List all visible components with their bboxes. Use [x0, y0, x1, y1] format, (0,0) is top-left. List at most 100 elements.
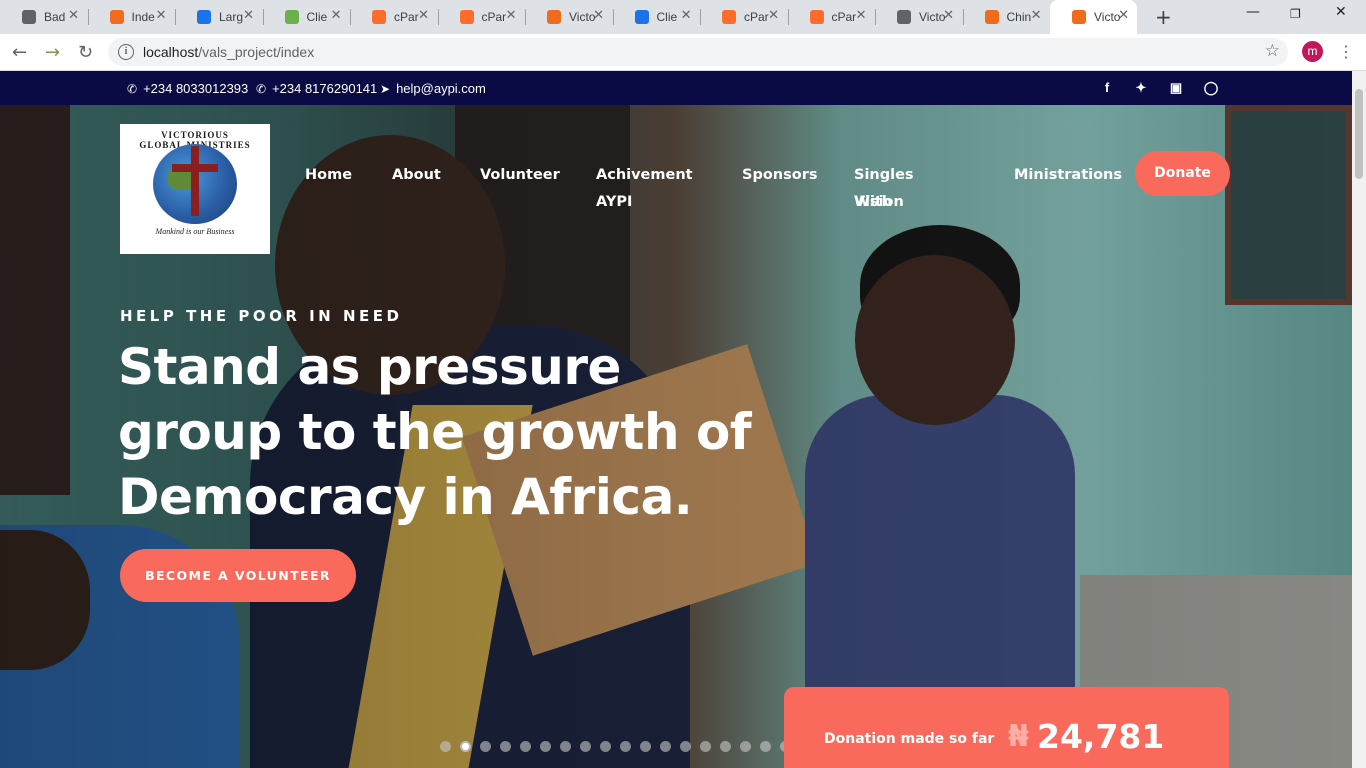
slider-dot[interactable] — [700, 741, 711, 752]
site-info-icon[interactable]: i — [118, 44, 134, 60]
slider-dot[interactable] — [620, 741, 631, 752]
close-window-button[interactable]: ✕ — [1335, 4, 1347, 20]
minimize-button[interactable]: — — [1246, 4, 1260, 20]
nav-singles-line2[interactable]: Vision — [854, 189, 904, 216]
browser-tab[interactable]: Clie ✕ — [613, 0, 700, 34]
contact-topbar: ✆ +234 8033012393 ✆ +234 8176290141 ➤ help@… — [0, 71, 1352, 105]
tab-close-icon[interactable]: ✕ — [331, 8, 342, 23]
site-logo[interactable]: VICTORIOUS GLOBAL MINISTRIES Mankind is … — [120, 124, 270, 254]
nav-volunteer[interactable]: Volunteer — [480, 162, 560, 189]
reload-icon[interactable]: ↻ — [78, 42, 93, 63]
xampp-icon — [109, 10, 124, 24]
slider-dot[interactable] — [580, 741, 591, 752]
new-tab-button[interactable]: + — [1155, 5, 1172, 29]
tab-close-icon[interactable]: ✕ — [681, 8, 692, 23]
tab-separator — [962, 9, 964, 25]
tab-close-icon[interactable]: ✕ — [418, 8, 429, 23]
email-link[interactable]: ➤ help@aypi.com — [380, 81, 486, 96]
nav-achievement[interactable]: Achivement — [596, 162, 693, 189]
instagram-icon[interactable]: ▣ — [1168, 80, 1184, 96]
logo-tagline: Mankind is our Business — [155, 227, 235, 236]
xampp-icon — [547, 10, 561, 24]
browser-tab[interactable]: Victo ✕ — [525, 0, 612, 34]
tab-close-icon[interactable]: ✕ — [506, 8, 517, 23]
slider-dot[interactable] — [760, 741, 771, 752]
browser-tab[interactable]: Inde ✕ — [88, 0, 175, 34]
tab-close-icon[interactable]: ✕ — [856, 8, 867, 23]
phone-1-text: +234 8033012393 — [143, 81, 249, 96]
facebook-icon[interactable]: f — [1099, 80, 1115, 95]
nav-achievement-line2[interactable]: AYPI — [596, 189, 632, 216]
browser-tab[interactable]: Clie ✕ — [263, 0, 350, 34]
url-path: /vals_project/index — [198, 44, 315, 60]
slider-dot[interactable] — [600, 741, 611, 752]
xampp-icon — [984, 10, 999, 24]
nav-ministrations[interactable]: Ministrations — [1014, 162, 1122, 189]
send-icon: ➤ — [380, 81, 391, 96]
browser-tab[interactable]: cPar ✕ — [350, 0, 437, 34]
browser-tab[interactable]: cPar ✕ — [700, 0, 787, 34]
tab-separator — [612, 9, 614, 25]
cross-bar — [172, 164, 218, 172]
donate-button[interactable]: Donate — [1135, 151, 1230, 196]
cpanel-icon — [459, 10, 474, 24]
browser-tab[interactable]: Larg ✕ — [175, 0, 262, 34]
tab-close-icon[interactable]: ✕ — [1031, 8, 1042, 23]
phone-2[interactable]: ✆ +234 8176290141 — [256, 81, 377, 96]
tab-close-icon[interactable]: ✕ — [943, 8, 954, 23]
phone-icon: ✆ — [127, 81, 138, 96]
become-volunteer-button[interactable]: BECOME A VOLUNTEER — [120, 549, 356, 602]
slider-dot[interactable] — [720, 741, 731, 752]
tab-close-icon[interactable]: ✕ — [593, 8, 604, 23]
slider-dot[interactable] — [460, 741, 471, 752]
slider-dot[interactable] — [740, 741, 751, 752]
browser-tab[interactable]: Victo ✕ — [875, 0, 962, 34]
nav-sponsors[interactable]: Sponsors — [742, 162, 817, 189]
browser-tab[interactable]: cPar ✕ — [438, 0, 525, 34]
bookmark-star-icon[interactable]: ☆ — [1265, 41, 1280, 61]
slider-dot[interactable] — [540, 741, 551, 752]
tab-separator — [350, 9, 351, 25]
page-scrollbar[interactable] — [1352, 71, 1366, 768]
dribbble-icon[interactable]: ◯ — [1203, 80, 1219, 96]
slider-dot[interactable] — [560, 741, 571, 752]
browser-menu-icon[interactable]: ⋮ — [1338, 42, 1354, 61]
tab-separator — [87, 9, 89, 25]
scrollbar-thumb[interactable] — [1355, 89, 1363, 179]
url-host: localhost — [143, 44, 199, 60]
bars-icon — [284, 10, 299, 24]
tab-separator — [700, 9, 701, 25]
tab-separator — [437, 9, 439, 25]
browser-tab[interactable]: Bad ✕ — [0, 0, 87, 34]
address-bar[interactable]: i localhost/vals_project/index ☆ — [108, 38, 1288, 66]
slider-dot[interactable] — [500, 741, 511, 752]
slider-dot[interactable] — [520, 741, 531, 752]
twitter-icon[interactable]: ✦ — [1133, 80, 1149, 96]
slider-dot[interactable] — [680, 741, 691, 752]
profile-avatar[interactable]: m — [1302, 41, 1323, 62]
donation-currency: ₦ — [1008, 719, 1029, 754]
tab-close-icon[interactable]: ✕ — [768, 8, 779, 23]
slider-dot[interactable] — [640, 741, 651, 752]
slider-dot[interactable] — [480, 741, 491, 752]
forward-icon[interactable]: → — [45, 42, 60, 63]
tab-close-icon[interactable]: ✕ — [156, 8, 167, 23]
tab-separator — [875, 9, 876, 25]
restore-button[interactable]: ❐ — [1290, 7, 1301, 21]
slider-dot[interactable] — [660, 741, 671, 752]
nav-home[interactable]: Home — [305, 162, 352, 189]
browser-tab[interactable]: Chin ✕ — [963, 0, 1050, 34]
xampp-icon — [1072, 10, 1086, 24]
tab-close-icon[interactable]: ✕ — [68, 8, 79, 23]
tab-close-icon[interactable]: ✕ — [243, 8, 254, 23]
tab-close-icon[interactable]: ✕ — [1118, 8, 1129, 23]
phone-1[interactable]: ✆ +234 8033012393 — [127, 81, 248, 96]
browser-tab[interactable]: cPar ✕ — [788, 0, 875, 34]
slider-dot[interactable] — [440, 741, 451, 752]
nav-about[interactable]: About — [392, 162, 441, 189]
url-text[interactable]: localhost/vals_project/index — [143, 44, 314, 60]
back-icon[interactable]: ← — [12, 42, 27, 63]
tab-separator — [175, 9, 176, 25]
cpanel-icon — [372, 10, 386, 24]
browser-tab[interactable]: Victo ✕ — [1050, 0, 1137, 34]
